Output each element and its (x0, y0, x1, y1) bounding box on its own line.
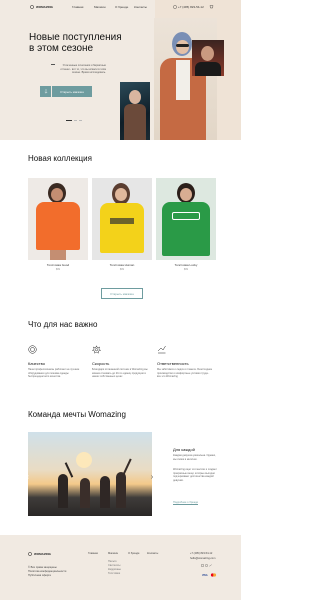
product-card-image[interactable] (156, 178, 216, 260)
nav-home[interactable]: Главная (72, 5, 83, 9)
hero-text-dash (51, 64, 55, 65)
footer-nav-home[interactable]: Главная (88, 552, 98, 556)
product-name[interactable]: Толстовка Lucky (156, 263, 216, 267)
twitter-icon[interactable] (209, 564, 212, 567)
footer-logo-text[interactable]: WOMAZING (34, 552, 51, 556)
feature-text: Мы заботимся о людях и планете. Безотход… (157, 368, 213, 378)
product-price: $99 (183, 268, 189, 271)
arrow-down-icon (44, 89, 47, 94)
product-card-image[interactable] (92, 178, 152, 260)
feature-text: Наши профессионалы работают на лучшем об… (28, 368, 80, 378)
feature-text: Благодаря отлаженной системе в Womazing … (92, 368, 148, 378)
footer-phone[interactable]: +7 (495) 823-54-12 (190, 552, 212, 556)
speed-icon (92, 345, 101, 354)
footer-logo-icon[interactable] (28, 552, 32, 556)
product-price: $99 (119, 268, 125, 271)
phone-icon[interactable] (173, 5, 177, 9)
team-subtitle: Для каждой (173, 447, 195, 452)
product-name[interactable]: Толстовка Human (92, 263, 152, 267)
footer-offer-link[interactable]: Публичная оферта (28, 574, 51, 578)
slider-dot[interactable] (79, 120, 82, 121)
hero-image-small (192, 40, 224, 76)
product-name[interactable]: Толстовка Good (28, 263, 88, 267)
feature-title: Ответственность (157, 361, 189, 366)
mastercard-logo (210, 573, 217, 577)
hero-image-main (154, 18, 217, 140)
arrow-left-icon[interactable] (26, 475, 30, 479)
responsibility-icon (157, 345, 166, 354)
quality-icon (28, 345, 37, 354)
arrow-right-icon[interactable] (150, 475, 154, 479)
team-paragraph-2: Womazing ищет эти мелочи и создает прекр… (173, 468, 217, 482)
slider-dot-active[interactable] (66, 120, 72, 121)
feature-title: Качество (28, 361, 45, 366)
nav-shop[interactable]: Магазин (94, 5, 106, 9)
team-title: Команда мечты Womazing (28, 410, 126, 419)
collection-shop-button[interactable]: Открыть магазин (101, 288, 143, 299)
team-photo (28, 432, 152, 516)
footer-nav-shop[interactable]: Магазин (108, 552, 118, 556)
about-brand-link[interactable]: Подробнее о бренде (173, 501, 199, 505)
features-title: Что для нас важно (28, 320, 98, 329)
footer-shop-link[interactable]: Толстовки (108, 572, 120, 576)
slider-dot[interactable] (74, 120, 77, 121)
footer-email[interactable]: hello@womazing.com (190, 557, 215, 561)
hero-title: Новые поступления в этом сезоне (29, 32, 122, 54)
team-paragraph-1: Каждая девушка уникальна. Однако, мы схо… (173, 454, 216, 461)
cart-icon[interactable] (209, 4, 214, 9)
logo-text[interactable]: WOMAZING (36, 5, 53, 9)
collection-title: Новая коллекция (28, 154, 92, 163)
instagram-icon[interactable] (201, 564, 204, 567)
header-phone[interactable]: +7 (495) 823-54-12 (178, 5, 204, 9)
footer-nav-contacts[interactable]: Контакты (147, 552, 158, 556)
feature-title: Скорость (92, 361, 110, 366)
product-price: $99 (55, 268, 61, 271)
footer-nav-brand[interactable]: О бренде (128, 552, 140, 556)
logo-icon[interactable] (30, 5, 34, 9)
nav-contacts[interactable]: Контакты (134, 5, 147, 9)
hero-shop-button[interactable]: Открыть магазин (52, 86, 92, 97)
hero-image-left (120, 82, 150, 140)
hero-text: Утонченные сочетания и бархатные оттенки… (60, 64, 106, 75)
visa-logo: VISA (202, 574, 208, 577)
facebook-icon[interactable] (205, 564, 208, 567)
product-card-image[interactable] (28, 178, 88, 260)
nav-brand[interactable]: О бренде (115, 5, 128, 9)
scroll-down-button[interactable] (40, 86, 51, 97)
